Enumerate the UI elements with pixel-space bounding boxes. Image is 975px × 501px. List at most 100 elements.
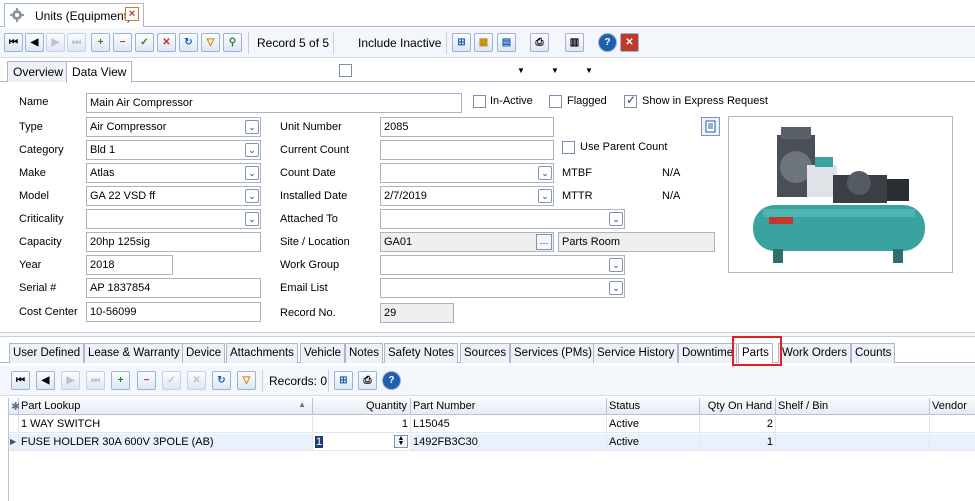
- chevron-down-icon[interactable]: ⌄: [609, 212, 623, 226]
- save-record-icon[interactable]: ✓: [135, 33, 154, 52]
- chevron-down-icon[interactable]: ⌄: [245, 120, 259, 134]
- units-document-tab[interactable]: Units (Equipment) ×: [4, 3, 144, 27]
- barcode-icon[interactable]: ▥: [565, 33, 584, 52]
- ellipsis-button[interactable]: …: [536, 234, 552, 250]
- table-cell[interactable]: FUSE HOLDER 30A 600V 3POLE (AB): [19, 434, 313, 451]
- table-cell[interactable]: 1: [700, 434, 776, 451]
- tab-overview[interactable]: Overview: [7, 61, 70, 82]
- save-part-icon[interactable]: ✓: [162, 371, 181, 390]
- table-cell[interactable]: 1492FB3C30: [411, 434, 607, 451]
- add-part-icon[interactable]: +: [111, 371, 130, 390]
- tab-services-pms[interactable]: Services (PMs): [510, 343, 596, 363]
- tab-user-defined[interactable]: User Defined: [9, 343, 85, 363]
- capacity-field[interactable]: 20hp 125sig: [86, 232, 261, 252]
- table-cell[interactable]: 1: [313, 416, 411, 433]
- tab-notes[interactable]: Notes: [345, 343, 384, 363]
- installed-date-field[interactable]: 2/7/2019 ⌄: [380, 186, 554, 206]
- cancel-part-icon[interactable]: ✕: [187, 371, 206, 390]
- cancel-edit-icon[interactable]: ✕: [157, 33, 176, 52]
- category-select[interactable]: Bld 1 ⌄: [86, 140, 261, 160]
- previous-record-icon[interactable]: ◀: [25, 33, 44, 52]
- use-parent-count-checkbox[interactable]: [562, 141, 575, 154]
- chevron-down-icon[interactable]: ⌄: [538, 166, 552, 180]
- table-cell[interactable]: L15045: [411, 416, 607, 433]
- attached-to-select[interactable]: ⌄: [380, 209, 625, 229]
- grid-edit-icon[interactable]: ▦: [474, 33, 493, 52]
- work-group-select[interactable]: ⌄: [380, 255, 625, 275]
- quantity-editor[interactable]: 1 ▲ ▼: [313, 434, 411, 451]
- table-cell[interactable]: 1 WAY SWITCH: [19, 416, 313, 433]
- col-part-number[interactable]: Part Number: [411, 398, 607, 415]
- tab-safety-notes[interactable]: Safety Notes: [384, 343, 458, 363]
- tab-sources[interactable]: Sources: [460, 343, 511, 363]
- make-select[interactable]: Atlas ⌄: [86, 163, 261, 183]
- col-status[interactable]: Status: [607, 398, 700, 415]
- tab-lease-warranty[interactable]: Lease & Warranty: [84, 343, 184, 363]
- add-record-icon[interactable]: +: [91, 33, 110, 52]
- unit-number-field[interactable]: 2085: [380, 117, 554, 137]
- model-select[interactable]: GA 22 VSD ff ⌄: [86, 186, 261, 206]
- tab-data-view[interactable]: Data View: [66, 61, 133, 83]
- tab-vehicle[interactable]: Vehicle: [300, 343, 346, 363]
- close-window-icon[interactable]: ✕: [620, 33, 639, 52]
- filter-icon[interactable]: ▽: [201, 33, 220, 52]
- table-cell[interactable]: [776, 416, 930, 433]
- col-qty-on-hand[interactable]: Qty On Hand: [700, 398, 776, 415]
- tab-work-orders[interactable]: Work Orders: [778, 343, 851, 363]
- serial-field[interactable]: AP 1837854: [86, 278, 261, 298]
- last-record-icon[interactable]: ⏭: [86, 371, 105, 390]
- refresh-icon[interactable]: ↻: [212, 371, 231, 390]
- panel-splitter[interactable]: [0, 332, 975, 337]
- chevron-down-icon[interactable]: ⌄: [609, 281, 623, 295]
- show-express-request-checkbox[interactable]: [624, 93, 637, 108]
- last-record-icon[interactable]: ⏭: [67, 33, 86, 52]
- email-list-select[interactable]: ⌄: [380, 278, 625, 298]
- tab-device[interactable]: Device: [182, 343, 226, 363]
- export-icon[interactable]: ⊞: [334, 371, 353, 390]
- tab-counts[interactable]: Counts: [851, 343, 896, 363]
- flagged-checkbox[interactable]: [549, 95, 562, 108]
- delete-part-icon[interactable]: −: [137, 371, 156, 390]
- year-field[interactable]: 2018: [86, 255, 173, 275]
- chevron-down-icon[interactable]: ⌄: [609, 258, 623, 272]
- print-icon[interactable]: ⎙: [530, 33, 549, 52]
- print-icon[interactable]: ⎙: [358, 371, 377, 390]
- tab-attachments[interactable]: Attachments: [226, 343, 298, 363]
- criticality-select[interactable]: ⌄: [86, 209, 261, 229]
- table-cell[interactable]: [930, 416, 975, 433]
- table-cell[interactable]: [930, 434, 975, 451]
- tab-downtime[interactable]: Downtime: [678, 343, 738, 363]
- help-icon[interactable]: ?: [382, 371, 401, 390]
- chevron-down-icon[interactable]: ⌄: [538, 189, 552, 203]
- col-vendor[interactable]: Vendor: [930, 398, 975, 415]
- col-shelf-bin[interactable]: Shelf / Bin: [776, 398, 930, 415]
- count-date-field[interactable]: ⌄: [380, 163, 554, 183]
- table-cell[interactable]: Active: [607, 416, 700, 433]
- chevron-down-icon[interactable]: ⌄: [245, 189, 259, 203]
- spin-button-icon[interactable]: ▲ ▼: [394, 435, 408, 448]
- table-cell[interactable]: [776, 434, 930, 451]
- col-part-lookup[interactable]: Part Lookup ▲: [19, 398, 313, 415]
- table-cell[interactable]: Active: [607, 434, 700, 451]
- close-tab-icon[interactable]: ×: [125, 7, 139, 21]
- current-count-field[interactable]: [380, 140, 554, 160]
- col-quantity[interactable]: Quantity: [313, 398, 411, 415]
- network-icon[interactable]: ⊞: [452, 33, 471, 52]
- search-icon[interactable]: ⚲: [223, 33, 242, 52]
- document-icon[interactable]: [701, 117, 720, 136]
- in-active-checkbox[interactable]: [473, 95, 486, 108]
- site-field[interactable]: GA01…: [380, 232, 554, 252]
- chevron-down-icon[interactable]: ⌄: [245, 143, 259, 157]
- name-field[interactable]: Main Air Compressor: [86, 93, 462, 113]
- next-record-icon[interactable]: ▶: [61, 371, 80, 390]
- help-icon[interactable]: ?: [598, 33, 617, 52]
- first-record-icon[interactable]: ⏮: [4, 33, 23, 52]
- type-select[interactable]: Air Compressor ⌄: [86, 117, 261, 137]
- cost-center-field[interactable]: 10-56099: [86, 302, 261, 322]
- filter-icon[interactable]: ▽: [237, 371, 256, 390]
- tab-service-history[interactable]: Service History: [593, 343, 679, 363]
- first-record-icon[interactable]: ⏮: [11, 371, 30, 390]
- table-cell[interactable]: 2: [700, 416, 776, 433]
- chevron-down-icon[interactable]: ⌄: [245, 166, 259, 180]
- next-record-icon[interactable]: ▶: [46, 33, 65, 52]
